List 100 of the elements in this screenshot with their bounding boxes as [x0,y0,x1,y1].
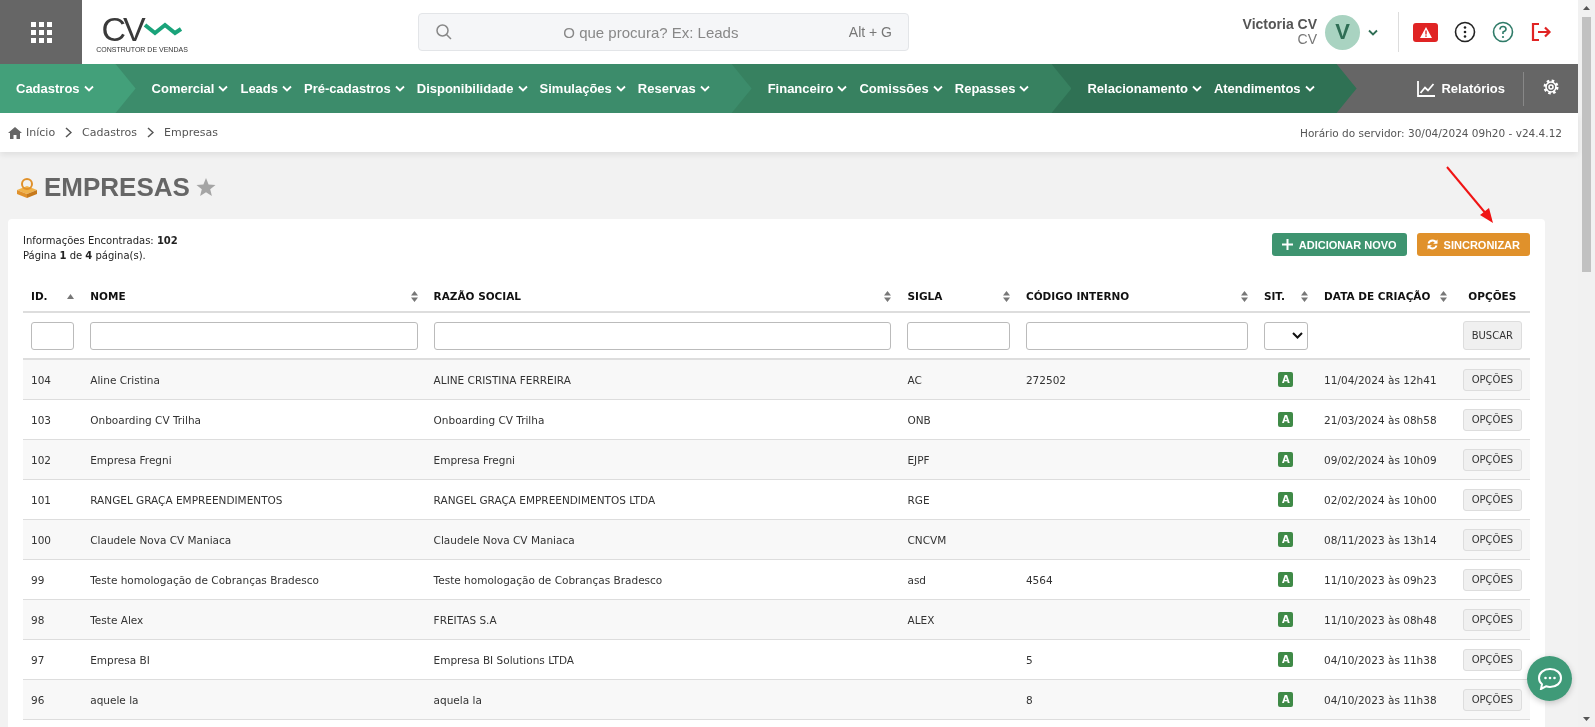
status-select[interactable] [1263,321,1308,350]
nav-menu-item[interactable]: Comercial [151,81,229,96]
table-cell: Empresa Fregni [90,453,172,466]
table-cell: ALINE CRISTINA FERREIRA [433,373,571,386]
table-cell: ALEX [907,613,935,626]
nav-menu-item[interactable]: Disponibilidade [416,81,528,96]
nav-menu-item[interactable]: Pré-cadastros [304,81,405,96]
chevron-down-icon [1291,332,1303,339]
table-cell: 103 [31,413,52,426]
favorite-star-icon[interactable] [195,178,216,197]
column-header[interactable]: OPÇÕES [1468,290,1517,302]
page-title: EMPRESAS [44,172,190,203]
nav-menu-item[interactable]: Comissões [859,81,943,96]
status-badge: A [1278,532,1294,547]
nav-menu-item[interactable]: Financeiro [767,81,848,96]
search-field[interactable]: O que procura? Ex: Leads [453,22,849,42]
table-cell: 11/10/2023 às 08h48 [1324,613,1437,626]
chevron-down-icon [218,85,229,92]
sort-asc-icon[interactable] [67,293,75,299]
filter-input[interactable] [433,321,892,350]
options-button[interactable]: OPÇÕES [1462,648,1523,671]
table-cell: ONB [907,413,931,426]
table-cell: 02/02/2024 às 10h00 [1324,493,1437,506]
column-header[interactable]: CÓDIGO INTERNO [1025,290,1130,302]
sort-icon[interactable] [1301,290,1309,302]
filter-input[interactable] [90,321,418,350]
sort-icon[interactable] [1002,290,1010,302]
table-cell: 102 [31,453,52,466]
sort-icon[interactable] [1439,290,1447,302]
column-header[interactable]: SIGLA [907,290,943,302]
table-cell: Teste homologação de Cobranças Bradesco [433,573,663,586]
more-options-icon[interactable] [1454,21,1476,43]
help-icon[interactable] [1492,21,1514,43]
column-header[interactable]: SIT. [1263,290,1285,302]
table-cell: 08/11/2023 às 13h14 [1324,533,1437,546]
filter-input[interactable] [31,321,75,350]
alert-button[interactable] [1413,22,1438,42]
table-cell: 100 [31,533,52,546]
filter-input[interactable] [1025,321,1248,350]
sort-icon[interactable] [410,290,418,302]
refresh-icon [1426,239,1438,250]
reports-link[interactable]: Relatórios [1399,80,1523,97]
chevron-down-icon [1304,85,1315,92]
grid-icon [30,21,52,43]
chevron-down-icon [837,85,848,92]
chevron-down-icon [282,85,293,92]
breadcrumb-link[interactable]: Empresas [164,126,218,139]
scrollbar-thumb[interactable] [1582,17,1591,272]
options-button[interactable]: OPÇÕES [1462,488,1523,511]
options-button[interactable]: OPÇÕES [1462,408,1523,431]
options-button[interactable]: OPÇÕES [1462,688,1523,711]
table-cell: EJPF [907,453,930,466]
apps-menu-button[interactable] [0,0,82,64]
table-cell: Teste Alex [90,613,144,626]
table-cell: Claudele Nova CV Maniaca [90,533,232,546]
nav-menu-item[interactable]: Relacionamento [1087,81,1202,96]
status-badge: A [1278,572,1294,587]
table-cell: 104 [31,373,52,386]
sort-icon[interactable] [884,290,892,302]
table-cell: RGE [907,493,930,506]
nav-menu-item[interactable]: Atendimentos [1213,81,1315,96]
nav-menu-item[interactable]: Leads [240,81,293,96]
chevron-down-icon [83,85,94,92]
table-cell: Teste homologação de Cobranças Bradesco [90,573,319,586]
logout-icon[interactable] [1530,22,1552,42]
options-button[interactable]: OPÇÕES [1462,568,1523,591]
filter-input[interactable] [907,321,1010,350]
chevron-down-icon [517,85,528,92]
chart-line-icon [1417,80,1436,97]
search-bar[interactable]: O que procura? Ex: Leads Alt + G [418,13,909,51]
logo-mark: CV [101,11,143,46]
sort-icon[interactable] [1240,290,1248,302]
table-cell: 11/10/2023 às 09h23 [1324,573,1437,586]
status-badge: A [1278,492,1294,507]
options-button[interactable]: OPÇÕES [1462,368,1523,391]
table-cell: 98 [31,613,45,626]
nav-menu-item[interactable]: Reservas [637,81,710,96]
chevron-down-icon [699,85,710,92]
column-header[interactable]: NOME [90,290,126,302]
options-button[interactable]: OPÇÕES [1462,448,1523,471]
table-cell: 96 [31,693,45,706]
chevron-right-icon [65,127,73,138]
options-button[interactable]: OPÇÕES [1462,608,1523,631]
table-cell: Aline Cristina [90,373,160,386]
avatar[interactable]: V [1325,14,1360,50]
column-header[interactable]: RAZÃO SOCIAL [433,290,522,302]
column-header[interactable]: DATA DE CRIAÇÃO [1324,290,1431,302]
table-cell: CNCVM [907,533,947,546]
add-new-button[interactable]: ADICIONAR NOVO [1271,233,1407,256]
settings-icon[interactable] [1542,78,1560,96]
breadcrumb-link[interactable]: Início [8,126,56,139]
breadcrumb-link[interactable]: Cadastros [82,126,138,139]
reports-label: Relatórios [1441,81,1505,96]
search-button[interactable]: BUSCAR [1462,321,1522,350]
options-button[interactable]: OPÇÕES [1462,528,1523,551]
nav-menu-item[interactable]: Repasses [954,81,1030,96]
nav-menu-item[interactable]: Simulações [539,81,626,96]
user-name: Victoria CV [1242,17,1317,32]
table-cell: Claudele Nova CV Maniaca [433,533,575,546]
column-header[interactable]: ID. [31,290,48,302]
